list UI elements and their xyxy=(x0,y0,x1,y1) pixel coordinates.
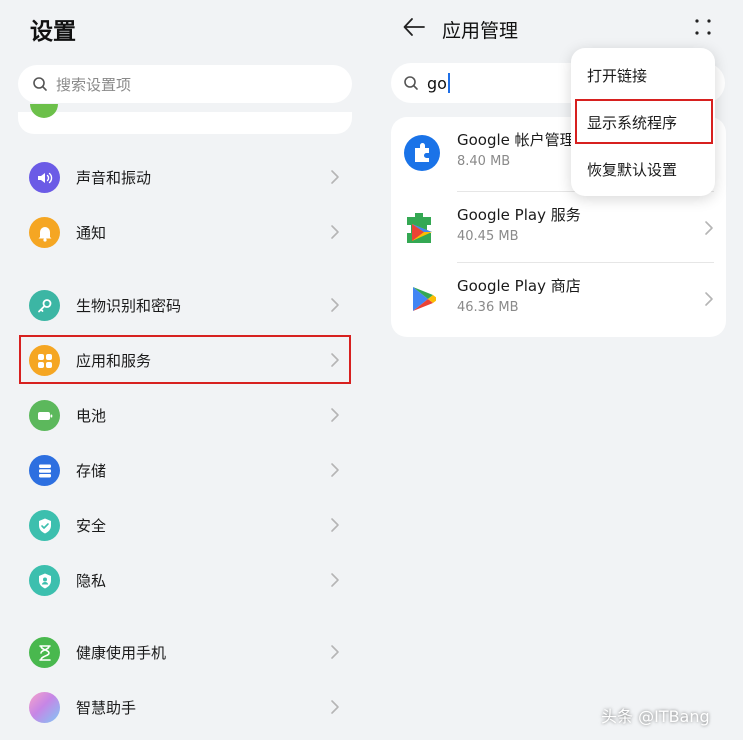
chevron-right-icon xyxy=(331,518,339,532)
app-row-play-store[interactable]: Google Play 商店 46.36 MB xyxy=(391,263,726,333)
chevron-right-icon xyxy=(331,463,339,477)
app-name: Google Play 服务 xyxy=(457,206,581,224)
page-title-app-management: 应用管理 xyxy=(442,20,519,42)
shield-check-icon xyxy=(29,510,60,541)
settings-item-label: 电池 xyxy=(76,407,107,425)
settings-item-label: 安全 xyxy=(76,517,107,535)
settings-item-digital-balance[interactable]: 健康使用手机 xyxy=(18,625,352,680)
hourglass-icon xyxy=(29,637,60,668)
settings-item-label: 健康使用手机 xyxy=(76,644,167,662)
text-caret xyxy=(447,73,450,93)
search-value: go xyxy=(427,73,447,93)
speaker-icon xyxy=(29,162,60,193)
highlight-show-system-apps xyxy=(575,99,713,144)
settings-search-input[interactable]: 搜索设置项 xyxy=(18,65,352,103)
settings-item-security[interactable]: 安全 xyxy=(18,498,352,553)
highlight-apps-services xyxy=(19,335,351,384)
assistant-icon xyxy=(29,692,60,723)
settings-item-label: 生物识别和密码 xyxy=(76,297,182,315)
app-name: Google Play 商店 xyxy=(457,277,581,295)
settings-item-label: 存储 xyxy=(76,462,107,480)
settings-item-notifications[interactable]: 通知 xyxy=(18,205,352,260)
app-size: 46.36 MB xyxy=(457,300,519,315)
storage-icon xyxy=(29,455,60,486)
menu-item-open-links[interactable]: 打开链接 xyxy=(587,65,647,86)
app-name: Google 帐户管理 xyxy=(457,131,575,149)
app-size: 8.40 MB xyxy=(457,154,511,169)
chevron-right-icon xyxy=(705,221,713,235)
key-icon xyxy=(29,290,60,321)
watermark: 头条 @ITBang xyxy=(601,707,710,726)
settings-item-label: 智慧助手 xyxy=(76,699,137,717)
bell-icon xyxy=(29,217,60,248)
privacy-icon xyxy=(29,565,60,596)
settings-item-label: 隐私 xyxy=(76,572,107,590)
search-icon xyxy=(33,77,47,91)
search-placeholder: 搜索设置项 xyxy=(56,75,132,94)
chevron-right-icon xyxy=(331,408,339,422)
chevron-right-icon xyxy=(331,700,339,714)
battery-icon xyxy=(29,400,60,431)
settings-item-storage[interactable]: 存储 xyxy=(18,443,352,498)
chevron-right-icon xyxy=(705,292,713,306)
settings-item-label: 声音和振动 xyxy=(76,169,152,187)
settings-item-biometrics[interactable]: 生物识别和密码 xyxy=(18,278,352,333)
settings-item-privacy[interactable]: 隐私 xyxy=(18,553,352,608)
search-icon xyxy=(404,76,418,90)
app-row-play-services[interactable]: Google Play 服务 40.45 MB xyxy=(391,192,726,262)
chevron-right-icon xyxy=(331,170,339,184)
back-arrow-icon[interactable] xyxy=(402,16,426,38)
settings-item-battery[interactable]: 电池 xyxy=(18,388,352,443)
chevron-right-icon xyxy=(331,573,339,587)
app-size: 40.45 MB xyxy=(457,229,519,244)
settings-item-sound[interactable]: 声音和振动 xyxy=(18,150,352,205)
chevron-right-icon xyxy=(331,645,339,659)
settings-item-assistant[interactable]: 智慧助手 xyxy=(18,680,352,735)
previous-group-card xyxy=(18,112,352,134)
settings-item-label: 通知 xyxy=(76,224,107,242)
play-services-icon xyxy=(407,213,432,243)
page-title-settings: 设置 xyxy=(30,19,76,45)
chevron-right-icon xyxy=(331,225,339,239)
play-store-icon xyxy=(413,287,436,311)
google-account-icon xyxy=(404,135,440,171)
menu-item-reset-defaults[interactable]: 恢复默认设置 xyxy=(587,159,677,180)
chevron-right-icon xyxy=(331,298,339,312)
more-options-icon[interactable] xyxy=(694,18,712,36)
